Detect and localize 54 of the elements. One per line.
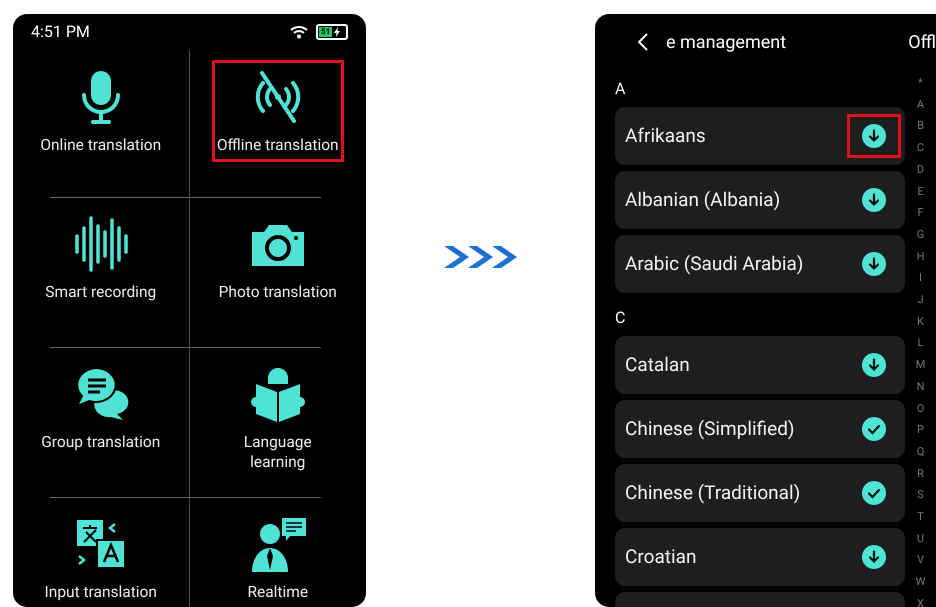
index-letter[interactable]: M bbox=[916, 354, 926, 376]
index-letter[interactable]: I bbox=[919, 267, 922, 290]
language-row[interactable]: Chinese (Simplified) bbox=[615, 400, 905, 458]
download-icon[interactable] bbox=[862, 545, 886, 569]
index-letter[interactable]: * bbox=[918, 72, 923, 94]
index-letter[interactable]: X bbox=[917, 592, 924, 607]
index-letter[interactable]: N bbox=[916, 376, 924, 398]
tab-label[interactable]: Offl bbox=[908, 28, 936, 56]
language-row[interactable]: Afrikaans bbox=[615, 107, 905, 165]
feature-tile[interactable]: Smart recording bbox=[40, 207, 162, 309]
index-letter[interactable]: F bbox=[917, 202, 924, 224]
feature-tile[interactable]: Realtime bbox=[242, 507, 314, 607]
download-icon[interactable] bbox=[862, 124, 886, 148]
status-time: 4:51 PM bbox=[31, 21, 90, 43]
index-letter[interactable]: D bbox=[916, 158, 924, 181]
index-letter[interactable]: P bbox=[917, 419, 924, 441]
index-letter[interactable]: T bbox=[917, 506, 924, 528]
language-row[interactable]: Albanian (Albania) bbox=[615, 171, 905, 229]
index-letter[interactable]: U bbox=[916, 528, 924, 550]
index-letter[interactable]: R bbox=[917, 462, 924, 484]
download-icon[interactable] bbox=[862, 353, 886, 377]
index-letter[interactable]: E bbox=[917, 180, 924, 202]
index-letter[interactable]: H bbox=[916, 246, 924, 268]
feature-tile[interactable]: Online translation bbox=[35, 60, 166, 162]
feature-tile[interactable]: Offline translation bbox=[212, 60, 344, 162]
index-letter[interactable]: V bbox=[916, 549, 924, 572]
index-letter[interactable]: B bbox=[917, 115, 924, 138]
battery-icon: 51 bbox=[316, 24, 348, 40]
triple-chevron-icon bbox=[444, 246, 518, 268]
feature-tile[interactable]: Photo translation bbox=[214, 207, 342, 309]
index-letter[interactable]: K bbox=[917, 310, 924, 332]
back-chevron-icon[interactable] bbox=[638, 33, 648, 51]
screen-title: e management bbox=[666, 30, 786, 54]
index-letter[interactable]: G bbox=[916, 224, 924, 246]
index-letter[interactable]: A bbox=[916, 94, 924, 116]
download-icon[interactable] bbox=[862, 188, 886, 212]
feature-tile[interactable]: Input translation bbox=[40, 507, 162, 607]
index-letter[interactable]: W bbox=[916, 571, 926, 593]
wifi-icon bbox=[290, 25, 308, 39]
language-row[interactable]: Chinese (Traditional) bbox=[615, 464, 905, 522]
section-letter: C bbox=[615, 306, 626, 328]
language-row[interactable]: Catalan bbox=[615, 336, 905, 394]
feature-tile[interactable]: Group translation bbox=[36, 357, 166, 459]
section-letter: A bbox=[615, 78, 626, 100]
language-row[interactable]: Croatian bbox=[615, 528, 905, 586]
index-letter[interactable]: J bbox=[917, 289, 924, 311]
index-letter[interactable]: L bbox=[918, 332, 924, 354]
download-icon[interactable] bbox=[862, 252, 886, 276]
language-row[interactable]: Arabic (Saudi Arabia) bbox=[615, 235, 905, 293]
index-letter[interactable]: Q bbox=[916, 440, 924, 463]
index-letter[interactable]: C bbox=[916, 137, 924, 159]
feature-tile[interactable]: Language learning bbox=[238, 357, 317, 479]
index-letter[interactable]: S bbox=[917, 484, 924, 506]
index-letter[interactable]: O bbox=[916, 398, 924, 420]
